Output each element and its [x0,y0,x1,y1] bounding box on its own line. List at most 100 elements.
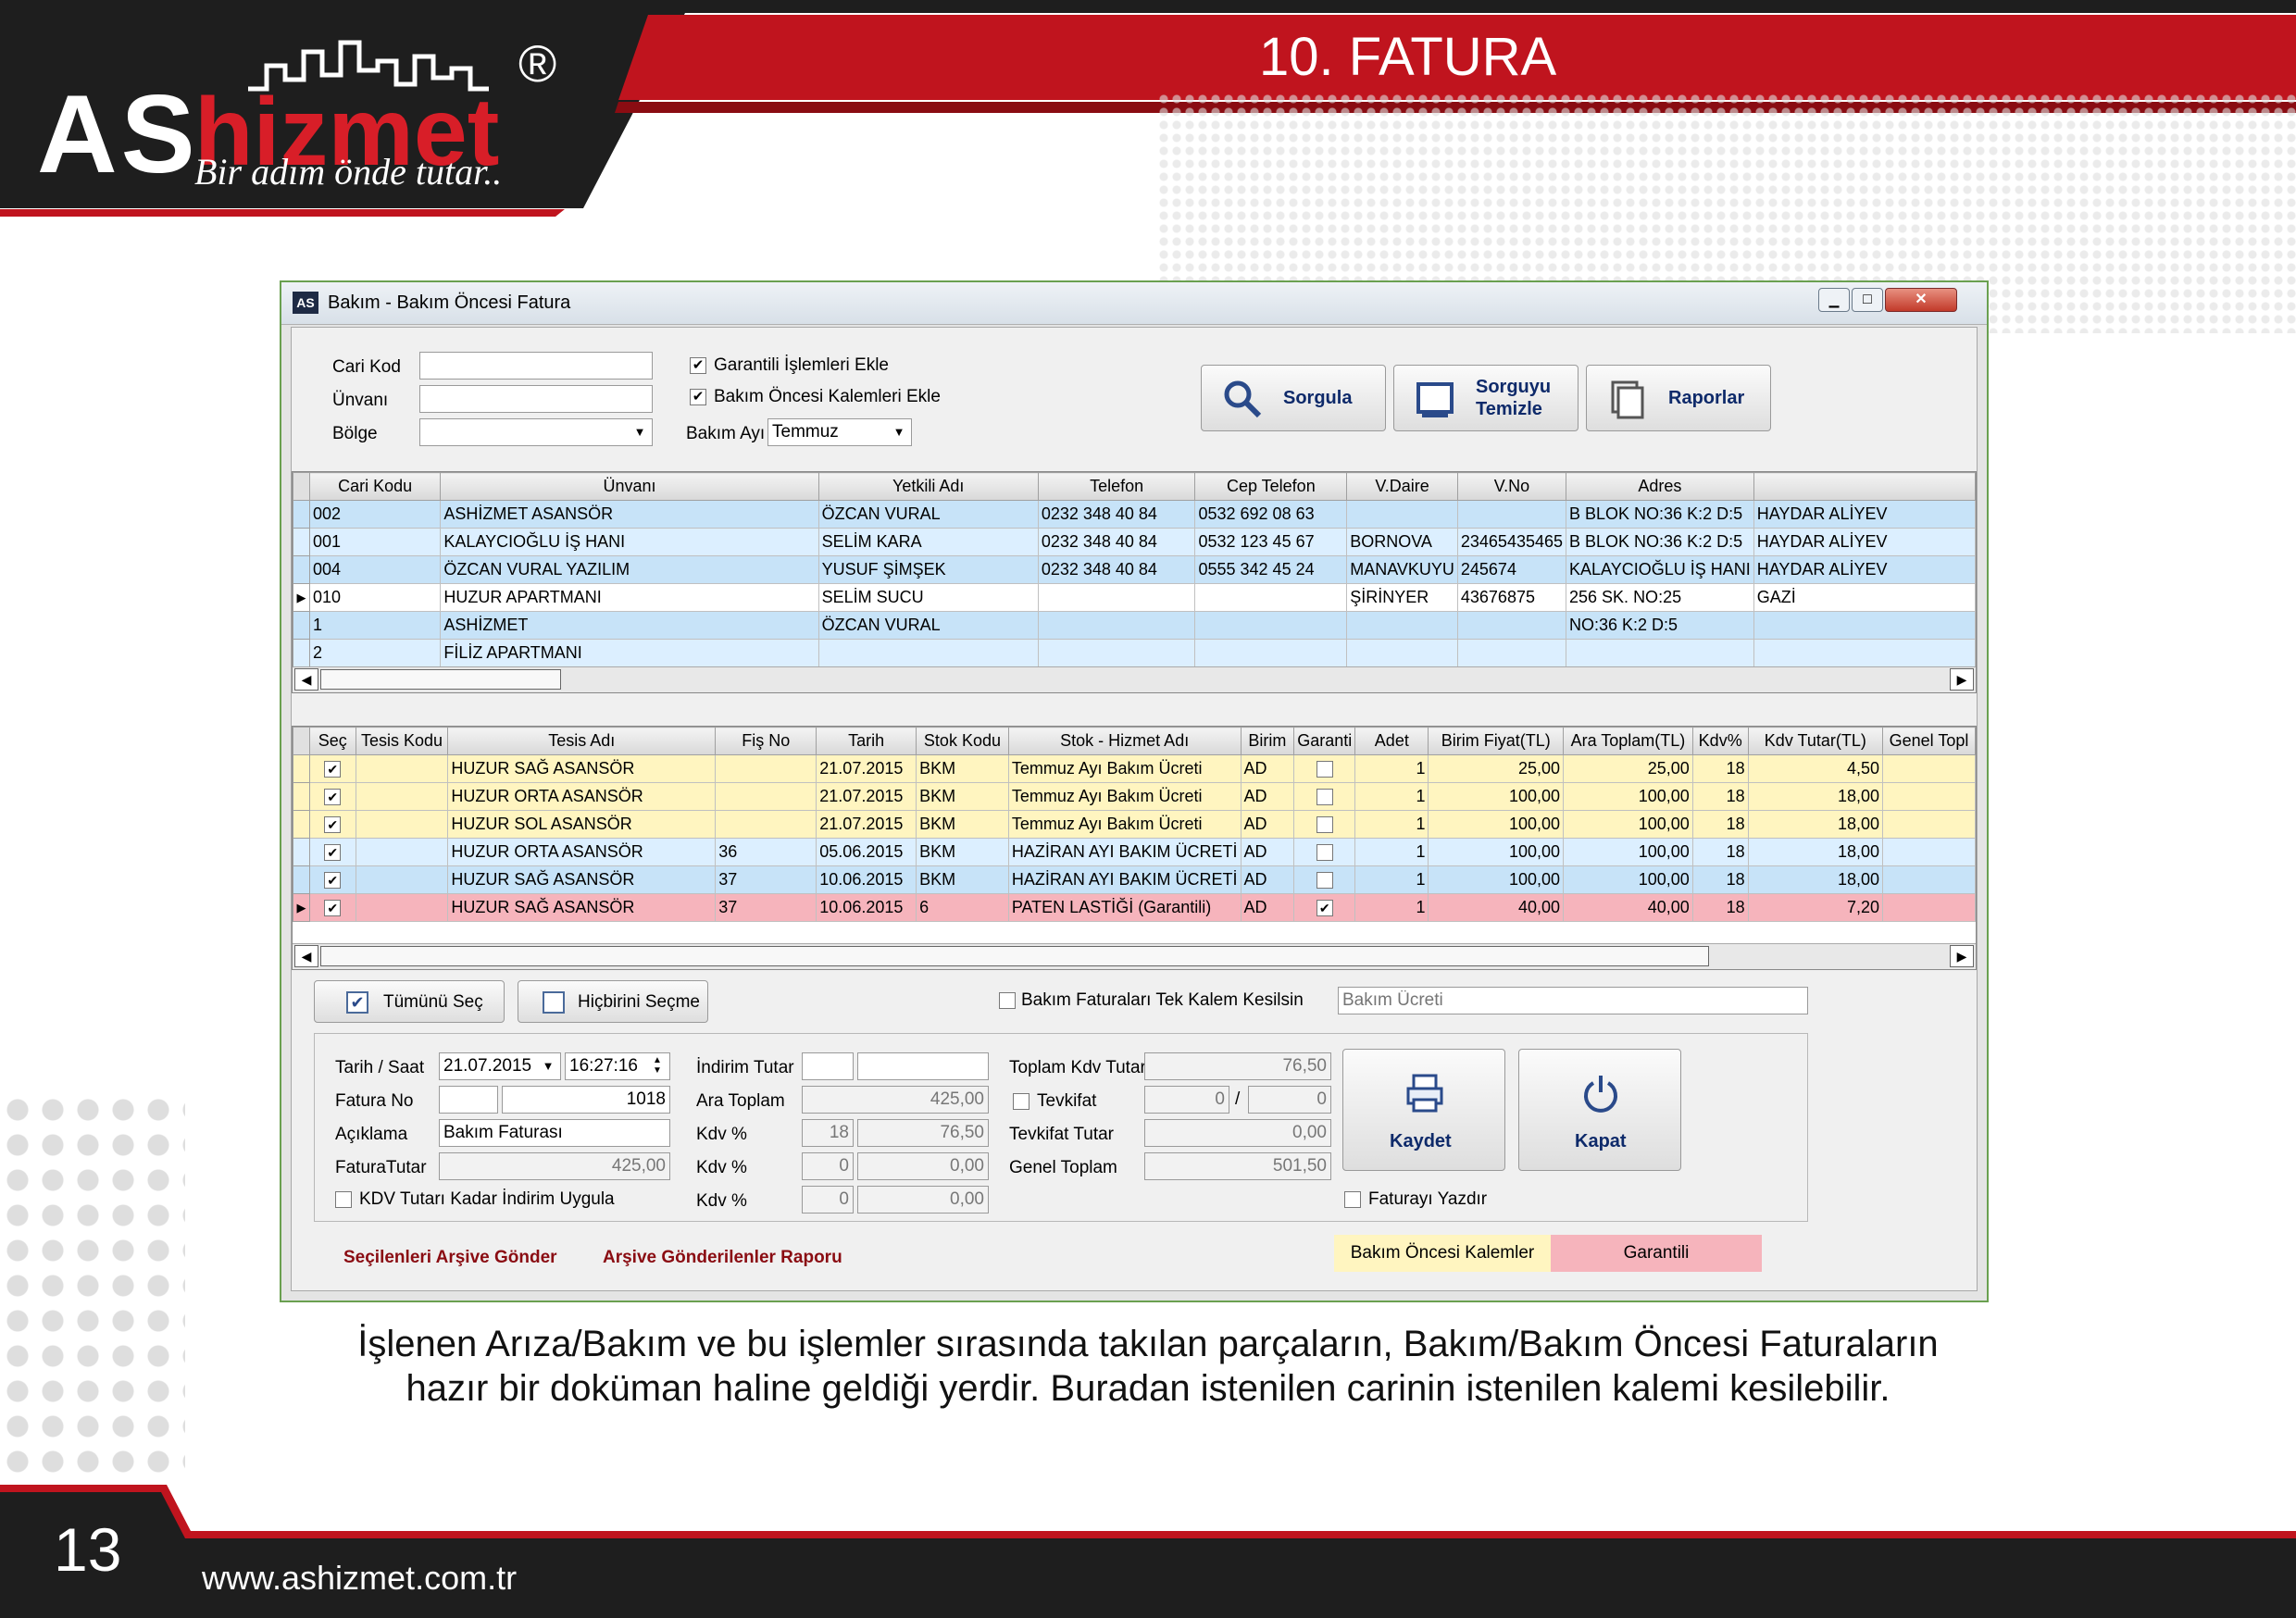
garanti-checkbox[interactable] [1316,816,1333,834]
table-cell[interactable]: 0555 342 45 24 [1194,555,1348,584]
table-cell[interactable] [1882,893,1976,922]
table-cell[interactable] [1882,782,1976,811]
table-cell[interactable]: 43676875 [1456,583,1567,612]
items-column-header[interactable]: Tesis Kodu [355,727,449,755]
table-cell[interactable]: 10.06.2015 [816,865,917,894]
table-cell[interactable]: HUZUR ORTA ASANSÖR [447,782,717,811]
items-hscrollbar[interactable]: ◀ ▶ [293,943,1976,969]
table-cell[interactable]: 0532 692 08 63 [1194,500,1348,529]
table-cell[interactable]: 18 [1691,754,1749,783]
table-cell[interactable] [1194,639,1348,667]
table-cell[interactable] [355,754,449,783]
table-cell[interactable]: ✔ [308,782,356,811]
table-row[interactable]: ✔ HUZUR ORTA ASANSÖR 36 05.06.2015 BKM HAZİRA… [293,838,1976,866]
table-row[interactable]: ▶ ✔ HUZUR SAĞ ASANSÖR 37 10.06.2015 6 PATEN LA… [293,893,1976,922]
table-cell[interactable] [1037,611,1196,640]
table-cell[interactable]: 21.07.2015 [816,754,917,783]
table-cell[interactable]: HUZUR SAĞ ASANSÖR [447,754,717,783]
indirim-input-1[interactable] [802,1052,854,1080]
table-cell[interactable]: BKM [916,754,1009,783]
table-cell[interactable]: 0232 348 40 84 [1037,555,1196,584]
table-cell[interactable]: GAZİ [1753,583,1976,612]
table-cell[interactable]: YUSUF ŞİMŞEK [817,555,1039,584]
table-cell[interactable]: 256 SK. NO:25 [1566,583,1754,612]
customers-hscrollbar[interactable]: ◀ ▶ [293,666,1976,692]
table-row[interactable]: ✔ HUZUR SOL ASANSÖR 21.07.2015 BKM Temmuz Ay… [293,810,1976,839]
table-cell[interactable]: 18 [1691,782,1749,811]
table-row[interactable]: 002 ASHİZMET ASANSÖR ÖZCAN VURAL 0232 348 4… [293,500,1976,529]
table-cell[interactable]: 100,00 [1428,838,1565,866]
table-cell[interactable]: Temmuz Ayı Bakım Ücreti [1007,810,1242,839]
table-cell[interactable]: 100,00 [1428,782,1565,811]
table-cell[interactable]: 1 [1354,865,1429,894]
table-cell[interactable] [715,754,817,783]
table-cell[interactable] [1456,611,1567,640]
table-cell[interactable]: KALAYCIOĞLU İŞ HANI [440,528,819,556]
table-cell[interactable] [1566,639,1754,667]
raporlar-button[interactable]: Raporlar [1586,365,1771,431]
table-cell[interactable] [1037,639,1196,667]
table-cell[interactable]: ÖZCAN VURAL [817,500,1039,529]
maximize-button[interactable]: □ [1852,288,1883,312]
window-titlebar[interactable]: AS Bakım - Bakım Öncesi Fatura ▁ □ ✕ [281,282,1987,325]
table-cell[interactable] [1037,583,1196,612]
table-cell[interactable] [1882,754,1976,783]
table-cell[interactable] [355,810,449,839]
table-cell[interactable]: 18 [1691,810,1749,839]
table-cell[interactable]: 010 [308,583,442,612]
table-cell[interactable]: BKM [916,782,1009,811]
table-cell[interactable]: AD [1240,865,1295,894]
table-cell[interactable]: ✔ [1293,893,1356,922]
scroll-left-icon[interactable]: ◀ [294,668,318,691]
table-cell[interactable]: ASHİZMET ASANSÖR [440,500,819,529]
table-row[interactable]: 004 ÖZCAN VURAL YAZILIM YUSUF ŞİMŞEK 0232 3… [293,555,1976,584]
table-cell[interactable]: ASHİZMET [440,611,819,640]
table-row[interactable]: ✔ HUZUR SAĞ ASANSÖR 21.07.2015 BKM Temmuz Ay… [293,754,1976,783]
cari-kod-input[interactable] [419,352,653,380]
table-cell[interactable]: 1 [1354,754,1429,783]
items-column-header[interactable]: Tesis Adı [447,727,717,755]
table-cell[interactable]: 4,50 [1747,754,1884,783]
table-cell[interactable]: ✔ [308,865,356,894]
garantili-checkbox[interactable]: ✔ [690,357,706,374]
table-cell[interactable]: 100,00 [1563,865,1693,894]
items-column-header[interactable]: Fiş No [715,727,817,755]
table-cell[interactable]: MANAVKUYU [1346,555,1458,584]
table-cell[interactable]: HUZUR SAĞ ASANSÖR [447,865,717,894]
customers-column-header[interactable]: V.No [1456,472,1567,501]
table-cell[interactable]: 002 [308,500,442,529]
table-cell[interactable]: 100,00 [1563,838,1693,866]
items-column-header[interactable]: Tarih [816,727,917,755]
table-cell[interactable] [1346,500,1458,529]
table-cell[interactable]: HAZİRAN AYI BAKIM ÜCRETİ [1007,865,1242,894]
fatura-yazdir-checkbox[interactable] [1344,1191,1361,1208]
table-cell[interactable]: SELİM SUCU [817,583,1039,612]
table-cell[interactable]: ÖZCAN VURAL [817,611,1039,640]
table-cell[interactable] [817,639,1039,667]
tevkifat-den-input[interactable]: 0 [1248,1086,1331,1114]
table-cell[interactable] [355,838,449,866]
table-cell[interactable] [1346,611,1458,640]
sec-checkbox[interactable]: ✔ [324,816,342,834]
table-cell[interactable]: 0532 123 45 67 [1194,528,1348,556]
table-cell[interactable] [355,893,449,922]
table-cell[interactable]: 18,00 [1747,810,1884,839]
table-cell[interactable]: 100,00 [1563,810,1693,839]
table-row[interactable]: 2 FİLİZ APARTMANI [293,639,1976,667]
table-cell[interactable]: 18,00 [1747,865,1884,894]
close-button[interactable]: ✕ [1885,288,1957,312]
table-cell[interactable]: 37 [715,893,817,922]
table-cell[interactable]: 1 [1354,838,1429,866]
table-cell[interactable] [1882,865,1976,894]
table-row[interactable]: 001 KALAYCIOĞLU İŞ HANI SELİM KARA 0232 348… [293,528,1976,556]
table-cell[interactable]: 40,00 [1428,893,1565,922]
table-cell[interactable]: 1 [308,611,442,640]
items-column-header[interactable]: Seç [308,727,356,755]
table-cell[interactable]: AD [1240,893,1295,922]
garanti-checkbox[interactable] [1316,761,1333,778]
table-cell[interactable]: AD [1240,810,1295,839]
saat-input[interactable]: 16:27:16 ▲ ▼ [565,1052,670,1080]
table-cell[interactable]: 18 [1691,893,1749,922]
tevkifat-num-input[interactable]: 0 [1144,1086,1229,1114]
sec-checkbox[interactable]: ✔ [324,761,342,778]
